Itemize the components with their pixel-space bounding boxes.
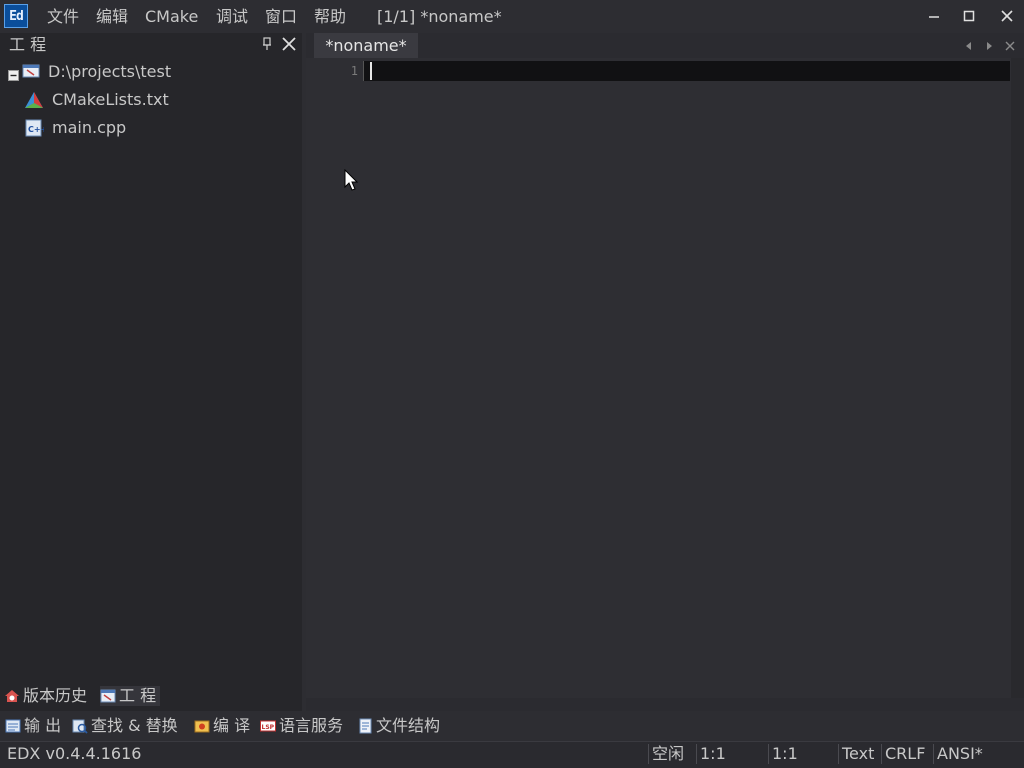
compile-icon [194, 720, 210, 733]
text-caret [370, 62, 372, 80]
collapse-icon[interactable] [8, 66, 19, 81]
menu-edit[interactable]: 编辑 [96, 6, 128, 28]
editor-scrollbar[interactable] [1011, 58, 1024, 698]
tab-compile-label: 编 译 [213, 716, 251, 735]
project-icon [100, 689, 116, 703]
status-selection: 1:1 [772, 744, 798, 763]
menu-help[interactable]: 帮助 [314, 6, 346, 28]
maximize-icon [963, 10, 975, 22]
menu-file[interactable]: 文件 [47, 6, 79, 28]
status-line-ending[interactable]: CRLF [885, 744, 925, 764]
menu-window[interactable]: 窗口 [265, 6, 297, 28]
menu-cmake[interactable]: CMake [145, 6, 198, 28]
project-panel [0, 33, 302, 711]
tab-file-structure-label: 文件结构 [376, 716, 441, 735]
tree-item-cmakelists[interactable]: CMakeLists.txt [52, 90, 169, 110]
tab-language-service[interactable]: LSP 语言服务 [260, 715, 343, 737]
cpp-file-icon: C++ [24, 119, 47, 137]
svg-text:C++: C++ [28, 125, 44, 134]
panel-close-icon[interactable] [280, 35, 298, 53]
tab-scroll-left-icon[interactable] [963, 38, 975, 52]
tab-close-icon[interactable] [1004, 38, 1016, 52]
pin-icon[interactable] [260, 36, 274, 52]
window-title: [1/1] *noname* [377, 7, 502, 26]
tab-version-history[interactable]: 版本历史 [4, 686, 87, 706]
close-icon [1001, 10, 1013, 22]
output-icon [5, 719, 21, 733]
status-position: 1:1 [700, 744, 726, 763]
mouse-cursor-icon [344, 168, 360, 193]
tree-item-main-cpp[interactable]: main.cpp [52, 118, 126, 138]
cmake-icon [24, 91, 44, 109]
tab-find-replace-label: 查找 & 替换 [91, 716, 178, 735]
minimize-button[interactable] [922, 5, 946, 27]
editor-tab[interactable]: *noname* [314, 33, 418, 58]
tree-root-label[interactable]: D:\projects\test [48, 62, 171, 82]
project-folder-icon [22, 63, 40, 79]
svg-text:LSP: LSP [262, 724, 275, 731]
maximize-button[interactable] [957, 5, 981, 27]
tab-output-label: 输 出 [24, 716, 62, 735]
tab-scroll-right-icon[interactable] [983, 38, 995, 52]
menu-debug[interactable]: 调试 [216, 6, 248, 28]
minimize-icon [929, 16, 939, 18]
current-line-highlight [364, 61, 1010, 81]
tab-compile[interactable]: 编 译 [194, 715, 250, 737]
code-editor[interactable] [306, 58, 1011, 698]
status-encoding[interactable]: ANSI* [937, 744, 983, 764]
tab-file-structure[interactable]: 文件结构 [357, 715, 440, 737]
tab-find-replace[interactable]: 查找 & 替换 [72, 715, 178, 737]
find-icon [72, 719, 88, 734]
close-button[interactable] [995, 5, 1019, 27]
lsp-icon: LSP [260, 720, 276, 732]
tab-project[interactable]: 工 程 [100, 686, 161, 706]
line-number: 1 [350, 64, 358, 78]
status-state: 空闲 [652, 744, 685, 763]
project-panel-title: 工 程 [9, 35, 47, 54]
status-version: EDX v0.4.4.1616 [7, 744, 142, 763]
tab-output[interactable]: 输 出 [5, 715, 61, 737]
tab-version-history-label: 版本历史 [23, 686, 88, 705]
file-structure-icon [359, 718, 372, 734]
app-logo: Ed [4, 4, 28, 28]
status-language[interactable]: Text [842, 744, 874, 764]
tab-project-label: 工 程 [119, 686, 157, 705]
history-icon [5, 690, 19, 702]
tab-language-service-label: 语言服务 [279, 716, 344, 735]
